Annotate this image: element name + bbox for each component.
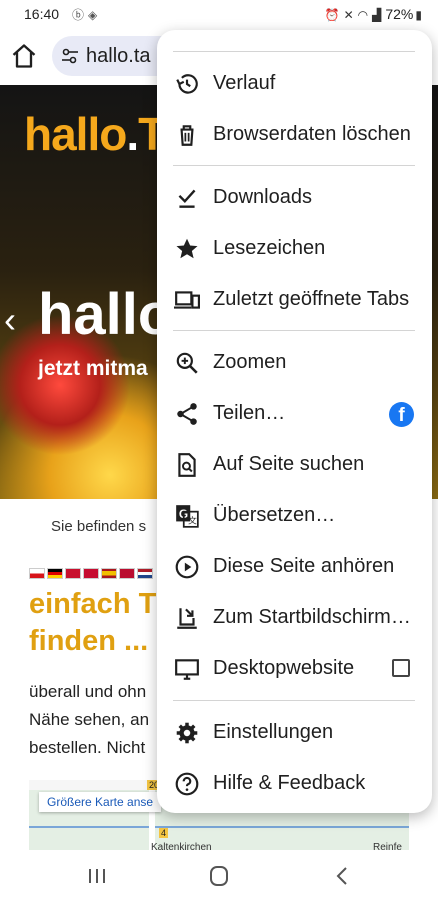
language-flags: [29, 566, 155, 579]
alarm-icon: ⏰: [324, 8, 340, 22]
menu-item-listen[interactable]: Diese Seite anhören: [157, 542, 432, 592]
flag-de-icon[interactable]: [47, 568, 63, 579]
map-route: [29, 826, 409, 828]
gear-icon: [176, 722, 198, 744]
menu-item-zoom[interactable]: Zoomen: [157, 338, 432, 388]
flag-cz-icon[interactable]: [29, 568, 45, 579]
add-to-home-icon: [177, 608, 197, 629]
desktop-site-checkbox[interactable]: [392, 659, 410, 677]
menu-item-history[interactable]: Verlauf: [157, 59, 432, 109]
flag-no-icon[interactable]: [119, 568, 135, 579]
help-icon: [175, 772, 199, 796]
status-time: 16:40: [24, 6, 60, 22]
status-left-icons: ⓑ◈: [72, 6, 101, 23]
menu-divider: [173, 51, 415, 52]
carousel-prev-icon[interactable]: ‹: [4, 299, 16, 341]
map-road-marker: 4: [159, 828, 169, 838]
page-heading: einfach T finden ...: [29, 588, 157, 657]
larger-map-button[interactable]: Größere Karte anse: [39, 792, 162, 812]
menu-item-recent-tabs[interactable]: Zuletzt geöffnete Tabs: [157, 275, 432, 325]
menu-item-help[interactable]: Hilfe & Feedback: [157, 759, 432, 809]
mute-icon: ✕: [343, 8, 354, 22]
home-nav-icon[interactable]: [199, 861, 239, 891]
notification-icon: ⓑ: [72, 8, 89, 22]
signal-icon: ▟: [372, 8, 382, 22]
menu-item-translate[interactable]: G 文 Übersetzen…: [157, 491, 432, 541]
flag-dk-icon[interactable]: [83, 568, 99, 579]
history-icon: [176, 74, 198, 94]
download-icon: [178, 189, 196, 208]
flag-uk-icon[interactable]: [65, 568, 81, 579]
url-text: hallo.ta: [86, 45, 151, 67]
menu-divider: [173, 165, 415, 166]
menu-item-desktop-site[interactable]: Desktopwebsite: [157, 644, 432, 694]
status-right: ⏰ ✕ ◠ ▟ 72% ▮: [325, 6, 426, 22]
back-nav-icon[interactable]: [322, 861, 362, 891]
facebook-icon[interactable]: f: [389, 402, 414, 427]
flag-es-icon[interactable]: [101, 568, 117, 579]
status-bar: 16:40 ⓑ◈ ⏰ ✕ ◠ ▟ 72% ▮: [0, 0, 438, 28]
translate-icon: G 文: [176, 505, 199, 528]
menu-item-find-in-page[interactable]: Auf Seite suchen: [157, 440, 432, 490]
recent-tabs-icon: [174, 291, 200, 309]
zoom-in-icon: [176, 352, 198, 374]
wifi-icon: ◠: [357, 8, 369, 22]
flag-nl-icon[interactable]: [137, 568, 153, 579]
battery-text: 72%: [385, 6, 414, 22]
menu-item-downloads[interactable]: Downloads: [157, 173, 432, 223]
shield-icon: ◈: [88, 8, 102, 22]
breadcrumb: Sie befinden s: [51, 518, 147, 535]
hero-subtitle: jetzt mitma: [38, 357, 148, 380]
hero-headline: hallo: [38, 282, 174, 347]
share-icon: [177, 403, 197, 425]
find-in-page-icon: [178, 453, 196, 477]
battery-icon: ▮: [415, 8, 422, 22]
menu-item-settings[interactable]: Einstellungen: [157, 708, 432, 758]
menu-divider: [173, 330, 415, 331]
system-nav-bar: [0, 851, 438, 901]
play-circle-icon: [175, 555, 199, 579]
menu-item-bookmarks[interactable]: Lesezeichen: [157, 224, 432, 274]
map-place-label: Reinfe: [373, 842, 402, 850]
trash-icon: [180, 125, 194, 146]
intro-paragraph: überall und ohn Nähe sehen, an bestellen…: [29, 682, 150, 757]
menu-item-share[interactable]: Teilen… f: [157, 389, 432, 439]
recent-apps-icon[interactable]: [77, 861, 117, 891]
home-icon[interactable]: [10, 42, 38, 70]
menu-divider: [173, 700, 415, 701]
chrome-overflow-menu: Verlauf Browserdaten löschen Downloads L…: [157, 30, 432, 813]
menu-item-clear-data[interactable]: Browserdaten löschen: [157, 110, 432, 160]
map-place-label: Kaltenkirchen: [151, 842, 212, 850]
menu-item-add-to-home[interactable]: Zum Startbildschirm hinzufügen: [157, 593, 432, 643]
site-settings-icon[interactable]: [60, 46, 80, 66]
svg-text:文: 文: [188, 515, 197, 527]
desktop-icon: [175, 659, 199, 680]
star-icon: [176, 238, 198, 259]
